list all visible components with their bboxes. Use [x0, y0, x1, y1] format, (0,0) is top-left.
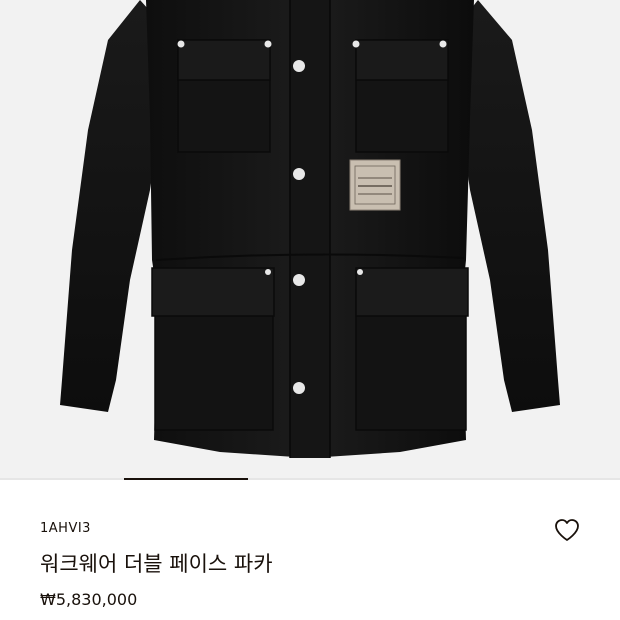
gallery-progress-indicator — [124, 478, 248, 480]
product-image-gallery[interactable] — [0, 0, 620, 480]
gallery-progress-track — [0, 478, 620, 480]
product-price: ₩5,830,000 — [40, 590, 138, 609]
product-title: 워크웨어 더블 페이스 파카 — [40, 552, 273, 576]
product-image — [60, 0, 560, 458]
heart-outline-icon — [555, 519, 579, 541]
product-sku: 1AHVI3 — [40, 521, 91, 536]
wishlist-button[interactable] — [553, 516, 581, 544]
